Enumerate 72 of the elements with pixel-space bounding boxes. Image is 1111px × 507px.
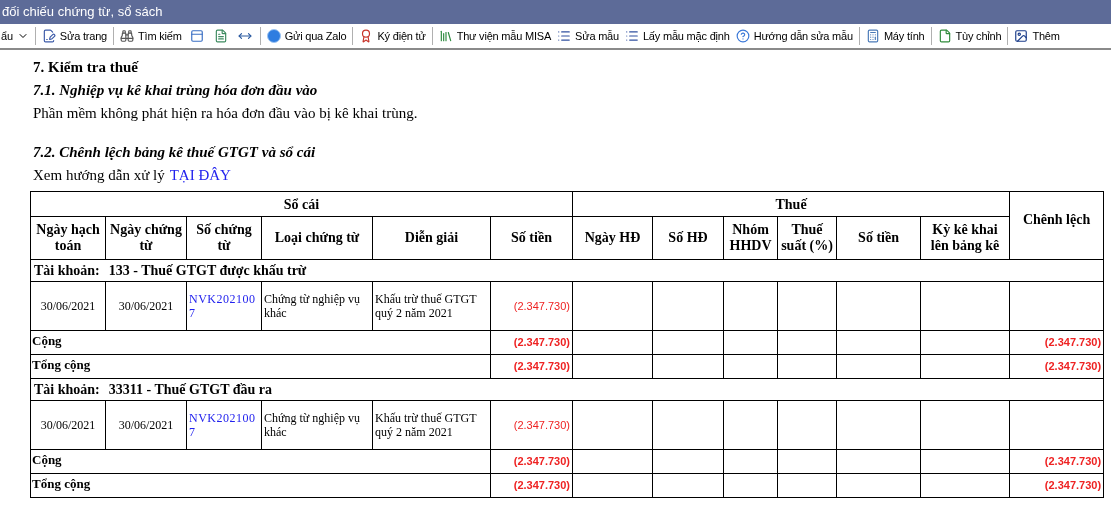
picture-icon <box>1014 29 1029 43</box>
toolbar-button[interactable]: Ký điện tử <box>359 27 426 45</box>
column-header: Ngày HĐ <box>572 216 653 260</box>
list-icon <box>557 29 572 43</box>
table-cell: (2.347.730) <box>1009 330 1104 355</box>
column-group-header: Thuế <box>572 191 1010 217</box>
table-cell: Chứng từ nghiệp vụ khác <box>261 400 373 450</box>
account-name: 133 - Thuế GTGT được khấu trừ <box>108 262 307 280</box>
table-cell: 30/06/2021 <box>105 281 187 331</box>
template-dropdown[interactable]: ẩu <box>1 27 29 45</box>
column-header: Ngày chứng từ <box>105 216 187 260</box>
voucher-link[interactable]: NVK2021007 <box>186 400 262 450</box>
books-icon <box>438 29 453 43</box>
binoculars-icon <box>120 29 134 43</box>
total-label: Tổng cộng <box>30 473 491 498</box>
result-text: Phần mềm không phát hiện ra hóa đơn đầu vào bị kê khai trùng. <box>33 104 419 123</box>
calculator-icon <box>865 29 880 43</box>
column-header: Số tiền <box>490 216 573 260</box>
toolbar-button[interactable]: Thư viện mẫu MISA <box>438 27 552 45</box>
table-cell: Khấu trừ thuế GTGT quý 2 năm 2021 <box>372 400 491 450</box>
column-header: Số tiền <box>836 216 921 260</box>
page-icon[interactable] <box>213 29 228 43</box>
toolbar-button[interactable]: Lấy mẫu mặc định <box>624 27 730 45</box>
table-cell: (2.347.730) <box>1009 473 1104 498</box>
column-group-header: Sổ cái <box>30 191 573 217</box>
toolbar-button[interactable]: Tùy chỉnh <box>937 27 1002 45</box>
account-label: Tài khoản: <box>34 381 100 399</box>
column-header: Số HĐ <box>652 216 724 260</box>
table-cell: Chứng từ nghiệp vụ khác <box>261 281 373 331</box>
column-header: Số chứng từ <box>186 216 262 260</box>
column-header: Chênh lệch <box>1009 191 1104 260</box>
guide-text: Xem hướng dẫn xử lý <box>33 166 165 185</box>
voucher-link[interactable]: NVK2021007 <box>186 281 262 331</box>
table-cell: (2.347.730) <box>490 449 573 474</box>
account-name: 33311 - Thuế GTGT đầu ra <box>108 381 272 399</box>
table-cell: (2.347.730) <box>490 473 573 498</box>
column-header: Ngày hạch toán <box>30 216 106 260</box>
toolbar-button[interactable]: Gửi qua Zalo <box>266 27 347 45</box>
account-label: Tài khoản: <box>34 262 100 280</box>
table-cell: (2.347.730) <box>490 354 573 379</box>
column-header: Diễn giải <box>372 216 491 260</box>
column-header: Loại chứng từ <box>261 216 373 260</box>
subsection-title: 7.1. Nghiệp vụ kê khai trùng hóa đơn đầu vào <box>33 81 319 100</box>
toolbar-button[interactable]: Hướng dẫn sửa mẫu <box>735 27 853 45</box>
table-cell: Khấu trừ thuế GTGT quý 2 năm 2021 <box>372 281 491 331</box>
column-header: Thuế suất (%) <box>777 216 837 260</box>
table-cell: (2.347.730) <box>1009 354 1104 379</box>
table-cell: 30/06/2021 <box>30 400 106 450</box>
section-heading: 7. Kiểm tra thuế <box>33 58 140 77</box>
toolbar-button[interactable]: Tìm kiếm <box>120 27 182 45</box>
total-label: Cộng <box>30 449 491 474</box>
help-icon <box>735 29 750 43</box>
edit-page-icon <box>41 29 56 43</box>
panel-icon[interactable] <box>189 29 204 43</box>
guide-link[interactable]: TẠI ĐÂY <box>169 165 231 185</box>
toolbar-button[interactable]: Sửa mẫu <box>557 27 619 45</box>
table-cell: (2.347.730) <box>490 400 573 450</box>
subsection-title: 7.2. Chênh lệch bảng kê thuế GTGT và sổ cái <box>33 143 317 162</box>
table-cell: (2.347.730) <box>1009 449 1104 474</box>
table-cell: (2.347.730) <box>490 330 573 355</box>
table-cell: 30/06/2021 <box>30 281 106 331</box>
column-header: Nhóm HHDV <box>723 216 778 260</box>
window-title: đối chiếu chứng từ, sổ sách <box>2 3 163 22</box>
toolbar-button[interactable]: Thêm <box>1014 27 1060 45</box>
document-icon <box>937 29 952 43</box>
table-cell: (2.347.730) <box>490 281 573 331</box>
toolbar-button[interactable]: Sửa trang <box>41 27 107 45</box>
list-icon <box>624 29 639 43</box>
toolbar-button[interactable]: Máy tính <box>865 27 925 45</box>
total-label: Cộng <box>30 330 491 355</box>
table-cell: 30/06/2021 <box>105 400 187 450</box>
total-label: Tổng cộng <box>30 354 491 379</box>
